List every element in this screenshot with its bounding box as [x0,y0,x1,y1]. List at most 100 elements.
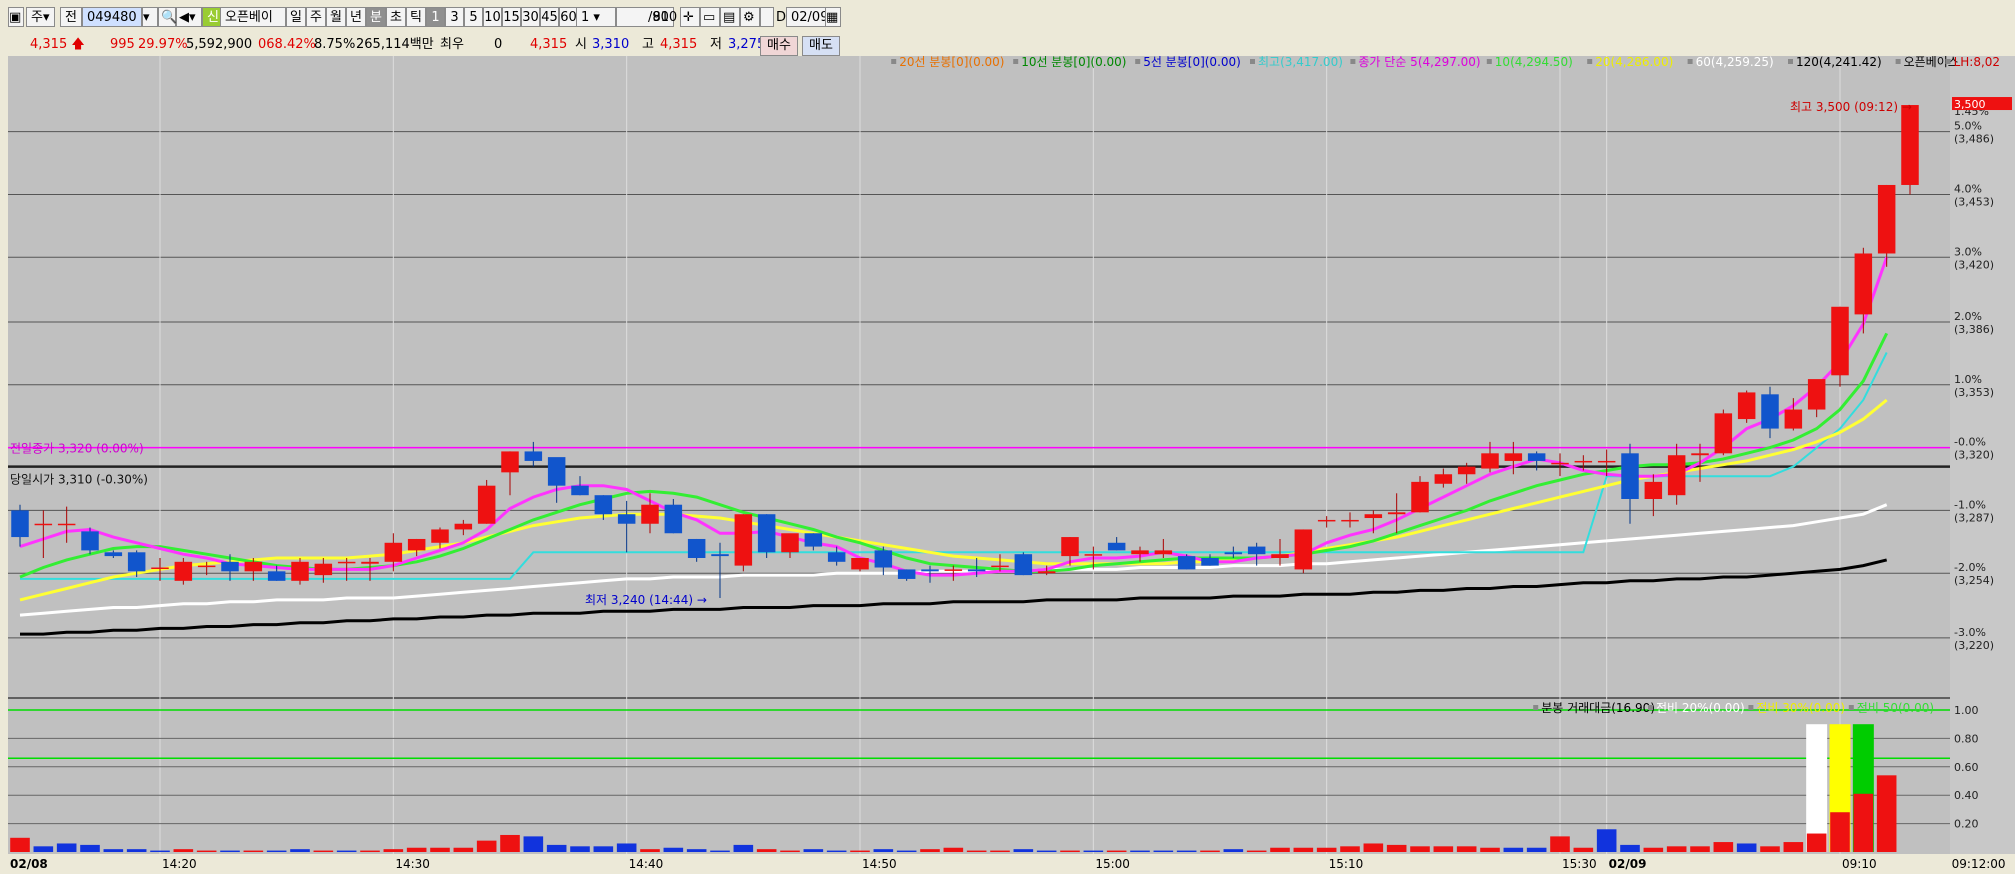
candle-body [851,558,869,570]
volume-bar [266,850,287,852]
count-total: /900 [648,10,678,25]
candle-body [1061,537,1079,557]
candlestick-chart[interactable]: 5.0%(3,486)4.0%(3,453)3.0%(3,420)2.0%(3,… [0,56,2015,874]
period-tab-월[interactable]: 월 [326,7,346,27]
period-tab-일[interactable]: 일 [286,7,306,27]
time-axis-panel [0,854,2015,874]
candle-body [711,554,729,557]
volume-bar [733,844,754,852]
candle-body [1317,519,1336,522]
volume-bar [1456,846,1477,852]
price-axis-pct: -1.0% [1954,498,1986,511]
price-axis-pct: 2.0% [1954,310,1982,323]
price-axis-price: (3,220) [1954,639,1994,652]
candle-body [127,552,146,572]
price-axis-price: (3,453) [1954,195,1994,208]
open-label: 시 [575,37,587,52]
candle-body [991,565,1009,568]
candle-body [1621,453,1639,499]
time-axis-label: 15:30 [1562,857,1597,871]
change-pct: 29.97% [138,37,188,52]
period-tab-분[interactable]: 분 [366,7,386,27]
legend-top-item: 20선 분봉[0](0.00) [899,56,1004,69]
volume-bar [476,840,497,852]
minute-tab-3[interactable]: 3 [445,7,464,27]
volume-bar [966,850,987,852]
minute-tab-10[interactable]: 10 [483,7,502,27]
candle-body [757,514,776,553]
search-icon[interactable]: 🔍 [158,7,177,27]
candle-body [1877,184,1896,254]
sell-button[interactable]: 매도 [802,36,840,56]
stock-code-input[interactable]: 049480 [82,7,142,27]
candle-body [1201,558,1219,566]
price-axis-price: (3,353) [1954,386,1994,399]
legend-top-item: 종가 단순 5(4,297.00) [1358,56,1480,69]
volume-bar [1526,847,1547,852]
volume-bar [570,846,590,852]
candle-body [1761,394,1779,429]
time-axis-label: 15:00 [1095,857,1130,871]
jeon-button[interactable]: 전 [60,7,82,27]
candle-body [1341,519,1359,522]
candle-body [407,538,426,551]
volume-bar [1176,850,1197,852]
minute-tab-45[interactable]: 45 [540,7,559,27]
legend-top-item: 60(4,259.25) [1696,56,1774,69]
time-axis-label: 14:50 [862,857,897,871]
quote-bar: 4,315 🡅 995 29.97% 5,592,900 068.42% 8.7… [0,34,2015,57]
candle-body [454,523,473,530]
period-tab-주[interactable]: 주 [306,7,326,27]
candle-body [967,569,986,572]
volume-axis-label: 0.20 [1954,818,1979,831]
mode-select[interactable]: 주▾ [26,7,55,27]
calendar-icon[interactable]: ▦ [825,7,841,27]
minute-tab-1[interactable]: 1 [426,7,445,27]
candle-body [547,457,566,486]
settings-icon[interactable]: ⚙ [740,7,760,27]
volume-bar [1083,850,1104,852]
minute-tab-15[interactable]: 15 [502,7,521,27]
legend-bottom-item: 전비 30%(0.00) [1756,701,1845,715]
window-icon[interactable]: ▣ [8,7,24,27]
candle-body [431,529,449,543]
volume: 5,592,900 [186,37,253,52]
volume-bar [686,849,707,852]
candle-body [11,510,29,538]
code-dropdown-icon[interactable]: ▾ [142,7,158,27]
legend-marker [1648,705,1653,710]
legend-marker [1533,705,1539,710]
volume-bar [336,850,357,852]
legend-top-item: 5선 분봉[0](0.00) [1143,56,1241,69]
price-axis-pct: 4.0% [1954,182,1982,195]
candle-body [197,565,216,568]
volume-bar [1596,829,1617,852]
volume-bar [546,844,567,852]
minute-tab-5[interactable]: 5 [464,7,483,27]
crosshair-icon[interactable]: ✛ [680,7,700,27]
volume-bar [1783,842,1804,852]
candle-body [1854,253,1873,315]
volume-bar [1386,844,1407,852]
audio-icon[interactable]: ◀▾ [176,7,202,27]
d-checkbox[interactable] [760,7,774,27]
candle-body [221,561,239,572]
today-open-label: 당일시가 3,310 (-0.30%) [10,473,148,487]
candle-body [664,504,683,534]
interval-select[interactable]: 1 ▾ [576,7,616,27]
volume-bar [1200,850,1220,852]
minute-tab-30[interactable]: 30 [521,7,540,27]
period-tab-년[interactable]: 년 [346,7,366,27]
volume-bar [126,849,147,852]
candle-body [1527,453,1546,461]
save-icon[interactable]: ▤ [720,7,740,27]
period-tab-틱[interactable]: 틱 [406,7,426,27]
volume-bar [1130,850,1150,852]
candle-body [1807,379,1826,410]
lock-icon[interactable]: ▭ [700,7,720,27]
interval-value: 1 [581,10,590,25]
period-tab-초[interactable]: 초 [386,7,406,27]
buy-button[interactable]: 매수 [760,36,798,56]
volume-bar [500,834,520,852]
legend-top-item: LH:8,02 [1954,56,2000,69]
